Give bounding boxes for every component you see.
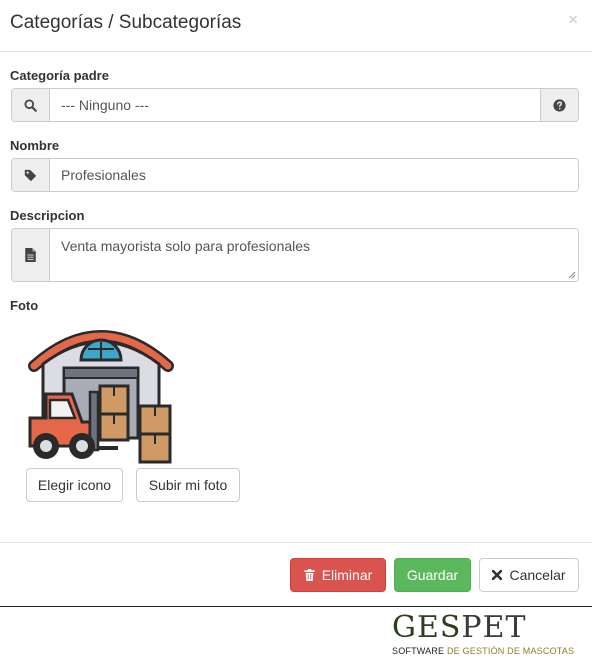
- save-button[interactable]: Guardar: [394, 558, 471, 592]
- brand-name-part2: PET: [461, 610, 527, 645]
- upload-photo-button[interactable]: Subir mi foto: [136, 468, 240, 502]
- brand-name-part1: GES: [392, 610, 462, 645]
- search-icon[interactable]: [12, 89, 50, 121]
- choose-icon-button[interactable]: Elegir icono: [26, 468, 123, 502]
- name-input[interactable]: Profesionales: [50, 159, 578, 191]
- delete-button[interactable]: Eliminar: [290, 558, 386, 592]
- parent-category-select[interactable]: --- Ninguno ---: [50, 89, 540, 121]
- parent-category-label: Categoría padre: [10, 68, 109, 83]
- photo-label: Foto: [10, 298, 39, 313]
- name-label: Nombre: [10, 138, 60, 153]
- dialog-title: Categorías / Subcategorías: [10, 12, 242, 33]
- brand-tagline-part1: SOFTWARE: [392, 646, 447, 656]
- warehouse-forklift-icon: [26, 322, 176, 464]
- description-text: Venta mayorista solo para profesionales: [61, 238, 311, 254]
- brand-tagline: SOFTWARE DE GESTIÓN DE MASCOTAS: [392, 646, 574, 656]
- bottom-divider: [0, 606, 592, 607]
- parent-category-group: --- Ninguno ---: [11, 88, 579, 122]
- cancel-button[interactable]: Cancelar: [479, 558, 579, 592]
- brand-tagline-part2: DE GESTIÓN DE MASCOTAS: [446, 646, 575, 656]
- file-text-icon: [12, 229, 50, 281]
- description-group: Venta mayorista solo para profesionales: [11, 228, 579, 282]
- cancel-label: Cancelar: [509, 567, 566, 583]
- trash-icon: [304, 569, 315, 581]
- tag-icon: [12, 159, 50, 191]
- dialog-header: Categorías / Subcategorías ×: [0, 0, 592, 52]
- close-x-icon: [492, 570, 503, 580]
- close-icon[interactable]: ×: [568, 10, 578, 30]
- brand-name: GESPET: [392, 610, 527, 646]
- delete-label: Eliminar: [321, 567, 373, 583]
- gespet-logo: GESPET SOFTWARE DE GESTIÓN DE MASCOTAS: [392, 610, 588, 664]
- question-circle-icon[interactable]: [540, 89, 578, 121]
- description-textarea[interactable]: Venta mayorista solo para profesionales: [50, 229, 578, 281]
- resize-handle-icon[interactable]: [568, 271, 576, 279]
- name-group: Profesionales: [11, 158, 579, 192]
- description-label: Descripcion: [10, 208, 85, 223]
